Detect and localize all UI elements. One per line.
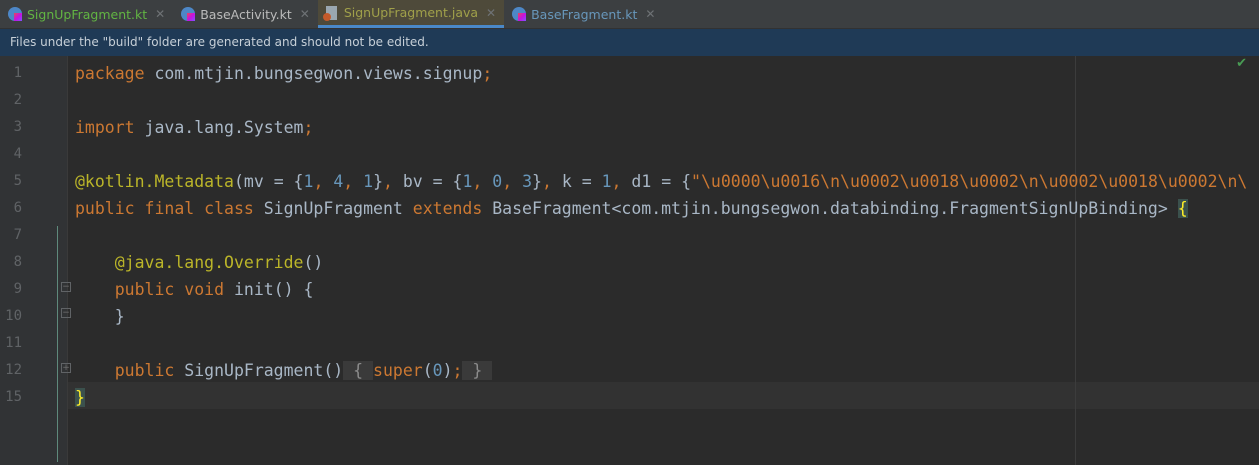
right-margin-guide <box>1075 56 1076 465</box>
code-token: { <box>1177 199 1188 218</box>
code-token: , <box>343 172 364 191</box>
code-line: import java.lang.System; <box>75 114 313 141</box>
code-token: SignUpFragment() <box>184 361 344 380</box>
code-token: com.mtjin.bungsegwon.views.signup <box>154 64 483 83</box>
code-token: 0 <box>492 172 503 191</box>
code-token: public void <box>75 280 234 299</box>
tab-signupfragment-java[interactable]: SignUpFragment.java ✕ <box>317 0 505 28</box>
line-number: 15 <box>5 389 22 405</box>
close-tab-icon[interactable]: ✕ <box>645 7 655 21</box>
tab-label: BaseFragment.kt <box>531 6 638 22</box>
code-token: d1 = { <box>631 172 692 191</box>
fold-expand-icon[interactable]: + <box>61 363 71 373</box>
code-token: @kotlin.Metadata <box>75 172 234 191</box>
vcs-change-marker <box>57 226 58 462</box>
code-token: java.lang.System <box>144 118 304 137</box>
code-token: extends <box>412 199 493 218</box>
tab-label: SignUpFragment.java <box>343 5 479 20</box>
code-token: } <box>462 361 493 380</box>
code-token: init() { <box>233 280 314 299</box>
code-token: 1 <box>303 172 314 191</box>
kotlin-file-icon <box>8 7 22 21</box>
line-number: 8 <box>13 254 22 270</box>
tab-label: SignUpFragment.kt <box>27 6 148 22</box>
code-token: 3 <box>522 172 533 191</box>
code-token: 1 <box>462 172 473 191</box>
kotlin-file-icon <box>512 7 527 21</box>
code-line: public SignUpFragment() { super(0); } <box>75 357 493 384</box>
code-line: } <box>75 303 125 330</box>
code-token: k = <box>561 172 602 191</box>
code-token: ; <box>452 361 463 380</box>
code-line: @kotlin.Metadata(mv = {1, 4, 1}, bv = {1… <box>75 168 1247 195</box>
code-token: ; <box>482 64 493 83</box>
code-token: } <box>75 307 125 326</box>
tab-label: BaseActivity.kt <box>200 6 292 22</box>
code-token: 1 <box>601 172 612 191</box>
line-number: 2 <box>13 92 22 108</box>
code-token: ( <box>422 361 433 380</box>
code-token: , <box>472 172 493 191</box>
code-line: public final class SignUpFragment extend… <box>75 195 1188 222</box>
java-class-file-icon <box>322 5 337 21</box>
line-number: 11 <box>5 335 22 351</box>
code-token: ) <box>442 361 453 380</box>
code-token: , <box>383 172 403 191</box>
code-token: @java.lang.Override <box>75 253 304 272</box>
current-line-highlight <box>68 382 1259 409</box>
fold-collapse-icon[interactable]: − <box>61 308 71 318</box>
code-editor[interactable]: 1 2 3 4 5 6 7 8 9 10 11 12 15 − − + ✔ package com.mt… <box>0 56 1259 465</box>
code-line: package com.mtjin.bungsegwon.views.signu… <box>75 60 492 87</box>
code-token: , <box>611 172 632 191</box>
tab-baseactivity-kt[interactable]: BaseActivity.kt ✕ <box>173 0 318 28</box>
line-number: 5 <box>13 173 22 189</box>
code-token: SignUpFragment <box>263 199 413 218</box>
code-token: , <box>541 172 562 191</box>
close-tab-icon[interactable]: ✕ <box>300 7 310 21</box>
code-token: package <box>75 64 155 83</box>
code-token: } <box>373 172 383 191</box>
code-token: } <box>532 172 542 191</box>
close-tab-icon[interactable]: ✕ <box>486 6 496 20</box>
code-token: { <box>343 361 374 380</box>
code-line: @java.lang.Override() <box>75 249 324 276</box>
code-token: public final class <box>75 199 264 218</box>
code-token: "\u0000\u0016\n\u0002\u0018\u0002\n\u000… <box>691 172 1248 191</box>
code-token: public <box>75 361 185 380</box>
code-token: super <box>373 361 423 380</box>
tab-signupfragment-kt[interactable]: SignUpFragment.kt ✕ <box>0 0 173 28</box>
line-number: 1 <box>13 65 22 81</box>
code-token: import <box>75 118 145 137</box>
code-token: 0 <box>432 361 443 380</box>
editor-tabs: SignUpFragment.kt ✕ BaseActivity.kt ✕ SignUp… <box>0 0 1259 29</box>
code-token: 1 <box>363 172 374 191</box>
line-number: 4 <box>13 146 22 162</box>
code-line: public void init() { <box>75 276 314 303</box>
code-token: } <box>75 388 85 407</box>
close-tab-icon[interactable]: ✕ <box>155 7 165 21</box>
code-token: , <box>502 172 523 191</box>
line-number: 12 <box>5 362 22 378</box>
code-token: BaseFragment<com.mtjin.bungsegwon.databi… <box>492 199 1178 218</box>
code-token: 4 <box>333 172 344 191</box>
line-number: 9 <box>13 281 22 297</box>
inspection-ok-check-icon: ✔ <box>1236 56 1247 71</box>
kotlin-file-icon <box>181 7 196 21</box>
code-token: () <box>303 253 324 272</box>
line-number: 3 <box>13 119 22 135</box>
code-line: } <box>75 384 85 411</box>
generated-file-banner: Files under the "build" folder are gener… <box>0 29 1259 56</box>
line-number: 7 <box>13 227 22 243</box>
code-token: , <box>313 172 334 191</box>
code-token: bv = { <box>402 172 463 191</box>
line-number: 10 <box>5 308 22 324</box>
code-token: (mv = { <box>233 172 304 191</box>
tab-basefragment-kt[interactable]: BaseFragment.kt ✕ <box>504 0 663 28</box>
fold-collapse-icon[interactable]: − <box>61 282 71 292</box>
code-token: ; <box>303 118 314 137</box>
line-number: 6 <box>13 200 22 216</box>
